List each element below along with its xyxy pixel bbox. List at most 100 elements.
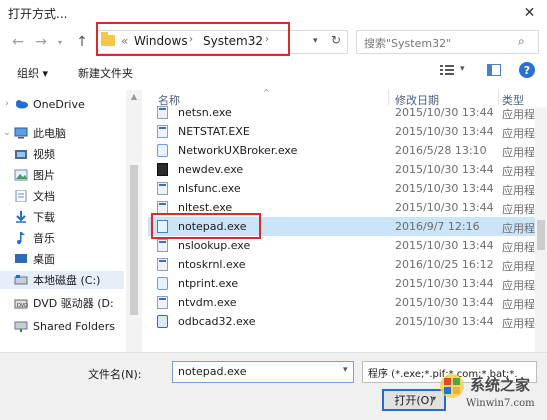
network-drive-icon xyxy=(14,321,28,332)
scroll-up-arrow-icon[interactable]: ▲ xyxy=(126,92,142,101)
sidebar-item-label: 本地磁盘 (C:) xyxy=(33,274,101,287)
back-button[interactable]: ← xyxy=(10,32,26,52)
sidebar-item-dvd-drive-d[interactable]: DVD DVD 驱动器 (D: xyxy=(0,294,124,312)
expand-chevron-icon[interactable]: › xyxy=(0,99,14,109)
file-date: 2016/10/25 16:12 xyxy=(395,258,494,271)
search-icon[interactable]: ⌕ xyxy=(518,34,525,49)
sidebar-item-local-disk-c[interactable]: 本地磁盘 (C:) xyxy=(0,271,124,289)
notepad-highlight-box xyxy=(151,213,261,239)
file-row[interactable]: ntprint.exe 2015/10/30 13:44 应用程 xyxy=(148,274,536,293)
file-type: 应用程 xyxy=(502,203,535,216)
sidebar-item-desktop[interactable]: 桌面 xyxy=(0,250,124,268)
file-type: 应用程 xyxy=(502,127,535,140)
filename-input[interactable]: notepad.exe xyxy=(172,361,354,383)
open-button[interactable]: 打开(O) xyxy=(382,389,446,411)
file-date: 2016/5/28 13:10 xyxy=(395,144,487,157)
exe-file-icon xyxy=(157,296,168,309)
sidebar-item-label: 视频 xyxy=(33,148,55,161)
sidebar-item-documents[interactable]: 文档 xyxy=(0,187,124,205)
close-icon: ✕ xyxy=(523,5,536,21)
file-row[interactable]: NetworkUXBroker.exe 2016/5/28 13:10 应用程 xyxy=(148,141,536,160)
file-date: 2015/10/30 13:44 xyxy=(395,239,494,252)
new-folder-button[interactable]: 新建文件夹 xyxy=(78,65,133,81)
sidebar-scroll-thumb[interactable] xyxy=(130,165,138,315)
file-type: 应用程 xyxy=(502,108,535,121)
file-row[interactable]: NETSTAT.EXE 2015/10/30 13:44 应用程 xyxy=(148,122,536,141)
search-placeholder: 搜索"System32" xyxy=(364,37,452,50)
file-date: 2015/10/30 13:44 xyxy=(395,106,494,119)
printer-app-icon xyxy=(157,277,168,290)
exe-file-icon xyxy=(157,258,168,271)
open-dropdown-icon[interactable]: ▾ xyxy=(432,394,436,403)
file-row[interactable]: nlsfunc.exe 2015/10/30 13:44 应用程 xyxy=(148,179,536,198)
file-name: ntoskrnl.exe xyxy=(178,258,246,271)
sidebar-item-this-pc[interactable]: ⌄ 此电脑 xyxy=(0,124,124,142)
organize-menu[interactable]: 组织 ▾ xyxy=(17,65,48,81)
file-name: nslookup.exe xyxy=(178,239,251,252)
history-dropdown-button[interactable]: ▾ xyxy=(52,32,68,52)
up-button[interactable]: ↑ xyxy=(74,32,90,52)
video-icon xyxy=(15,150,27,159)
file-date: 2015/10/30 13:44 xyxy=(395,201,494,214)
sidebar-item-label: 桌面 xyxy=(33,253,55,266)
sidebar-item-onedrive[interactable]: › OneDrive xyxy=(0,95,124,113)
filename-dropdown-icon[interactable]: ▾ xyxy=(343,365,348,375)
odbc-app-icon xyxy=(157,315,168,328)
watermark-logo xyxy=(440,374,464,398)
sidebar-item-label: OneDrive xyxy=(33,97,85,111)
file-date: 2015/10/30 13:44 xyxy=(395,277,494,290)
filename-label: 文件名(N): xyxy=(88,368,142,381)
preview-pane-icon[interactable] xyxy=(487,64,501,76)
address-dropdown-icon[interactable]: ▾ xyxy=(313,36,318,46)
computer-icon xyxy=(14,127,28,139)
sidebar-item-label: 音乐 xyxy=(33,232,55,245)
help-icon[interactable]: ? xyxy=(519,62,535,78)
file-date: 2015/10/30 13:44 xyxy=(395,315,494,328)
sidebar-item-label: 图片 xyxy=(33,169,55,182)
sidebar-item-pictures[interactable]: 图片 xyxy=(0,166,124,184)
file-name: NETSTAT.EXE xyxy=(178,125,250,138)
file-row[interactable]: ntoskrnl.exe 2016/10/25 16:12 应用程 xyxy=(148,255,536,274)
file-row[interactable]: netsn.exe 2015/10/30 13:44 应用程 xyxy=(148,103,536,122)
view-dropdown-icon[interactable]: ▾ xyxy=(460,64,465,74)
close-button[interactable]: ✕ xyxy=(512,0,547,26)
file-list-scroll-thumb[interactable] xyxy=(537,220,545,250)
file-row[interactable]: odbcad32.exe 2015/10/30 13:44 应用程 xyxy=(148,312,536,331)
file-date: 2016/9/7 12:16 xyxy=(395,220,480,233)
sidebar-item-music[interactable]: 音乐 xyxy=(0,229,124,247)
open-button-label: 打开(O) xyxy=(394,394,434,407)
refresh-button[interactable]: ↻ xyxy=(331,33,341,47)
desktop-icon xyxy=(15,254,27,263)
forward-button[interactable]: → xyxy=(33,32,49,52)
file-name: ntvdm.exe xyxy=(178,296,237,309)
exe-file-icon xyxy=(157,106,168,119)
drive-icon xyxy=(14,275,28,285)
file-type: 应用程 xyxy=(502,146,535,159)
file-row[interactable]: ntvdm.exe 2015/10/30 13:44 应用程 xyxy=(148,293,536,312)
document-icon xyxy=(15,190,27,202)
picture-icon xyxy=(14,169,28,181)
file-type: 应用程 xyxy=(502,317,535,330)
exe-file-icon xyxy=(157,125,168,138)
file-row[interactable]: newdev.exe 2015/10/30 13:44 应用程 xyxy=(148,160,536,179)
file-date: 2015/10/30 13:44 xyxy=(395,182,494,195)
sidebar-item-shared-folders[interactable]: Shared Folders xyxy=(0,317,124,335)
sidebar-item-label: 此电脑 xyxy=(33,127,66,140)
file-name: ntprint.exe xyxy=(178,277,239,290)
collapse-chevron-icon[interactable]: ⌄ xyxy=(0,128,14,138)
sidebar-item-downloads[interactable]: 下载 xyxy=(0,208,124,226)
file-type: 应用程 xyxy=(502,222,535,235)
file-name: odbcad32.exe xyxy=(178,315,256,328)
navigation-pane: › OneDrive ⌄ 此电脑 视频 图片 文档 下载 音乐 桌面 本地磁盘 … xyxy=(0,90,144,352)
download-icon xyxy=(16,211,26,223)
window-title: 打开方式... xyxy=(8,7,68,21)
sidebar-item-label: Shared Folders xyxy=(33,319,115,333)
address-highlight-box xyxy=(96,22,290,56)
watermark-url: Winwin7.com xyxy=(466,398,535,409)
file-name: nlsfunc.exe xyxy=(178,182,241,195)
view-options-icon[interactable] xyxy=(440,64,454,76)
sidebar-item-label: 下载 xyxy=(33,211,55,224)
sidebar-item-videos[interactable]: 视频 xyxy=(0,145,124,163)
file-type: 应用程 xyxy=(502,298,535,311)
exe-file-icon xyxy=(157,182,168,195)
